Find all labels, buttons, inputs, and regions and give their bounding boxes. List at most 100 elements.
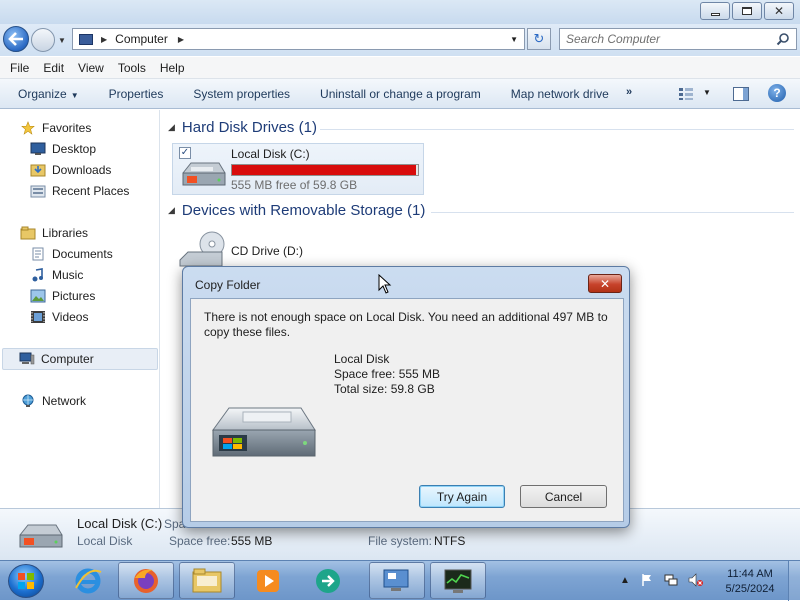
sidebar-item-network[interactable]: Network bbox=[20, 394, 86, 408]
sidebar-item-libraries[interactable]: Libraries bbox=[20, 226, 88, 240]
videos-icon bbox=[31, 311, 45, 323]
drive-info-free: Space free: 555 MB bbox=[334, 367, 441, 381]
navigation-pane: Favorites Desktop Downloads Recent Place… bbox=[0, 110, 160, 508]
drive-tile-local-disk-c[interactable]: ✓ Local Disk (C:) 555 MB free of 59.8 GB bbox=[172, 143, 424, 195]
breadcrumb-computer[interactable]: Computer bbox=[115, 32, 168, 46]
taskbar-clock[interactable]: 11:44 AM 5/25/2024 bbox=[722, 567, 778, 597]
taskbar-firefox[interactable] bbox=[118, 562, 174, 599]
menu-edit[interactable]: Edit bbox=[43, 61, 64, 75]
preview-pane-icon[interactable] bbox=[733, 87, 749, 101]
more-commands-button[interactable]: » bbox=[626, 86, 632, 98]
sidebar-item-videos[interactable]: Videos bbox=[30, 310, 88, 324]
cd-drive-icon bbox=[179, 231, 225, 267]
chevron-right-icon[interactable]: ▶ bbox=[178, 35, 184, 44]
maximize-button[interactable] bbox=[732, 2, 762, 20]
show-hidden-icons-icon[interactable]: ▲ bbox=[620, 575, 630, 586]
sidebar-item-documents[interactable]: Documents bbox=[30, 247, 113, 261]
space-free-label: Space free: bbox=[169, 534, 231, 548]
help-button[interactable]: ? bbox=[768, 84, 786, 102]
search-input[interactable]: Search Computer bbox=[559, 28, 797, 50]
windows-logo-icon bbox=[18, 573, 34, 589]
downloads-folder-icon bbox=[30, 164, 46, 177]
group-divider bbox=[320, 129, 794, 130]
menu-view[interactable]: View bbox=[78, 61, 104, 75]
forward-button[interactable] bbox=[31, 28, 55, 52]
taskbar-media-player[interactable] bbox=[240, 562, 296, 599]
address-bar[interactable]: ▶ Computer ▶ ▼ bbox=[72, 28, 525, 50]
back-arrow-icon bbox=[8, 32, 23, 46]
drive-checkbox[interactable]: ✓ bbox=[179, 147, 191, 159]
group-header-hard-disk-drives[interactable]: ◢ Hard Disk Drives (1) bbox=[168, 119, 317, 136]
taskbar: ▲ 11:44 AM 5/25/2024 bbox=[0, 560, 800, 601]
taskbar-file-explorer[interactable] bbox=[179, 562, 235, 599]
pictures-icon bbox=[30, 289, 46, 303]
sidebar-item-downloads[interactable]: Downloads bbox=[30, 163, 111, 177]
uninstall-program-button[interactable]: Uninstall or change a program bbox=[320, 87, 481, 101]
sidebar-item-recent-places[interactable]: Recent Places bbox=[30, 184, 129, 198]
group-divider bbox=[431, 212, 794, 213]
view-options-dropdown[interactable]: ▼ bbox=[703, 88, 711, 97]
organize-label: Organize bbox=[18, 86, 67, 101]
group-title: Devices with Removable Storage (1) bbox=[181, 202, 426, 219]
refresh-button[interactable]: ↻ bbox=[527, 28, 551, 50]
taskbar-app-arrow[interactable] bbox=[300, 562, 356, 599]
hard-drive-icon bbox=[19, 524, 63, 548]
firefox-icon bbox=[134, 568, 158, 593]
libraries-icon bbox=[20, 226, 36, 240]
collapse-caret-icon[interactable]: ◢ bbox=[168, 122, 175, 133]
cancel-button[interactable]: Cancel bbox=[520, 485, 607, 508]
sidebar-item-pictures[interactable]: Pictures bbox=[30, 289, 95, 303]
start-button[interactable] bbox=[8, 564, 44, 598]
close-button[interactable]: ✕ bbox=[764, 2, 794, 20]
window-controls: ✕ bbox=[700, 2, 794, 20]
back-button[interactable] bbox=[3, 26, 29, 52]
close-icon: ✕ bbox=[773, 4, 785, 18]
sidebar-item-desktop[interactable]: Desktop bbox=[30, 142, 96, 156]
address-dropdown-icon[interactable]: ▼ bbox=[510, 35, 518, 44]
taskbar-system-monitor[interactable] bbox=[430, 562, 486, 599]
app-arrow-icon bbox=[316, 568, 340, 593]
taskbar-internet-explorer[interactable] bbox=[60, 562, 116, 599]
chevron-right-icon[interactable]: ▶ bbox=[101, 35, 107, 44]
sidebar-item-favorites[interactable]: Favorites bbox=[20, 121, 91, 135]
close-icon: ✕ bbox=[599, 276, 611, 291]
volume-muted-icon[interactable] bbox=[688, 573, 704, 587]
sidebar-label: Computer bbox=[41, 352, 94, 366]
show-desktop-button[interactable] bbox=[788, 561, 800, 601]
sidebar-label: Music bbox=[52, 268, 84, 282]
drive-info-total: Total size: 59.8 GB bbox=[334, 382, 435, 396]
filesystem-value: NTFS bbox=[434, 534, 466, 548]
mouse-pointer-icon bbox=[378, 274, 392, 294]
network-status-icon[interactable] bbox=[664, 573, 678, 587]
network-icon bbox=[22, 394, 34, 407]
change-view-icon[interactable] bbox=[678, 87, 694, 101]
maximize-icon bbox=[742, 7, 752, 15]
search-icon[interactable] bbox=[776, 32, 790, 46]
remote-desktop-icon bbox=[383, 569, 409, 591]
recent-pages-dropdown[interactable]: ▼ bbox=[58, 36, 66, 45]
desktop-icon bbox=[30, 142, 46, 155]
menu-file[interactable]: File bbox=[10, 61, 29, 75]
menu-tools[interactable]: Tools bbox=[118, 61, 146, 75]
dialog-title: Copy Folder bbox=[195, 278, 261, 292]
collapse-caret-icon[interactable]: ◢ bbox=[168, 205, 175, 216]
map-network-drive-button[interactable]: Map network drive bbox=[511, 87, 609, 101]
sidebar-item-computer[interactable]: Computer bbox=[2, 348, 158, 370]
drive-usage-fill bbox=[232, 165, 417, 175]
minimize-icon bbox=[710, 12, 720, 16]
action-center-flag-icon[interactable] bbox=[640, 573, 654, 587]
organize-button[interactable]: Organize ▼ bbox=[18, 87, 79, 101]
group-header-removable-storage[interactable]: ◢ Devices with Removable Storage (1) bbox=[168, 202, 425, 219]
dialog-close-button[interactable]: ✕ bbox=[588, 274, 622, 293]
drive-info-name: Local Disk bbox=[334, 352, 390, 366]
minimize-button[interactable] bbox=[700, 2, 730, 20]
sidebar-label: Downloads bbox=[52, 163, 112, 177]
properties-button[interactable]: Properties bbox=[109, 87, 164, 101]
menu-help[interactable]: Help bbox=[160, 61, 185, 75]
dialog-message: There is not enough space on Local Disk.… bbox=[204, 310, 608, 339]
system-properties-button[interactable]: System properties bbox=[193, 87, 290, 101]
taskbar-remote-desktop[interactable] bbox=[369, 562, 425, 599]
menu-bar: File Edit View Tools Help bbox=[0, 57, 800, 79]
try-again-button[interactable]: Try Again bbox=[419, 485, 505, 508]
sidebar-item-music[interactable]: Music bbox=[30, 268, 83, 282]
